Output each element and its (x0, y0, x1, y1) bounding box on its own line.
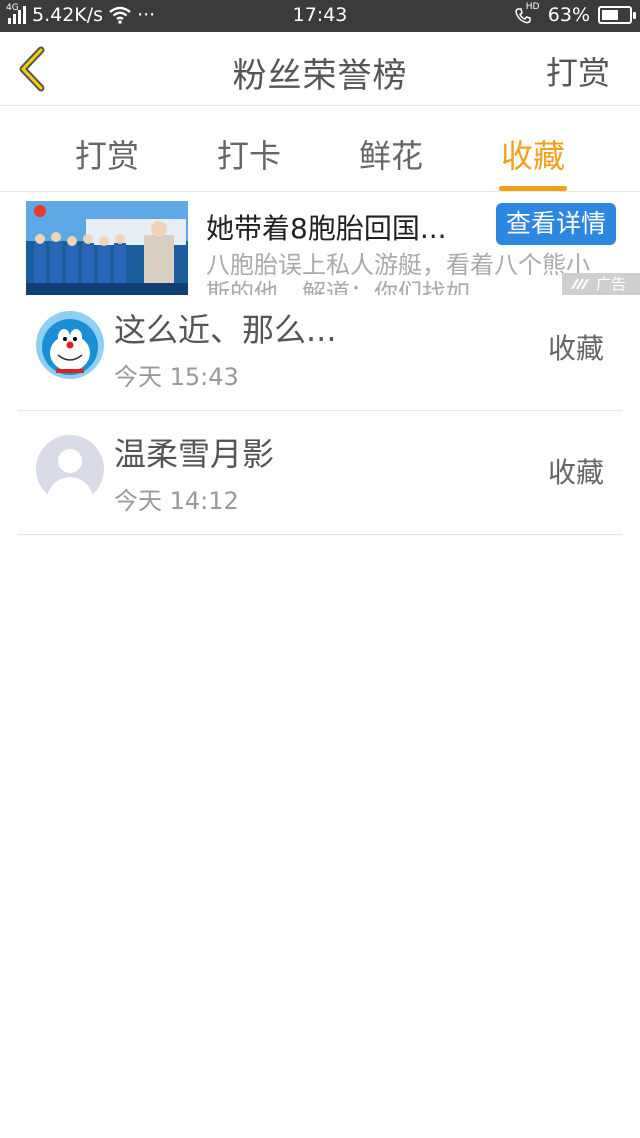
avatar[interactable] (36, 435, 104, 503)
hd-call-icon: HD (514, 2, 540, 25)
tab-reward[interactable]: 打赏 (52, 131, 162, 177)
tab-favorites[interactable]: 收藏 (478, 131, 588, 191)
tab-label: 鲜花 (358, 137, 423, 175)
view-details-button[interactable]: 查看详情 (496, 203, 616, 245)
cartoon-cat-avatar-icon (36, 311, 104, 379)
list-item[interactable]: 这么近、那么... 今天 15:43 收藏 (18, 287, 622, 411)
page-title: 粉丝荣誉榜 (232, 56, 408, 96)
tab-bar: 打赏 打卡 鲜花 收藏 (0, 107, 640, 192)
hd-badge: HD (525, 2, 540, 12)
avatar[interactable] (36, 311, 104, 379)
timestamp: 今天 15:43 (114, 363, 239, 391)
row-action-label: 收藏 (547, 456, 604, 489)
timestamp: 今天 14:12 (114, 487, 239, 515)
reward-button[interactable]: 打赏 (546, 48, 610, 94)
tab-label: 打卡 (216, 137, 281, 175)
status-bar: 4G 5.42K/s ··· 17:43 HD 63% (0, 0, 640, 32)
tab-flowers[interactable]: 鲜花 (336, 131, 446, 177)
tab-label: 收藏 (500, 137, 565, 175)
row-action-label: 收藏 (547, 332, 604, 365)
ad-thumbnail[interactable] (26, 201, 188, 295)
battery-fill (602, 10, 619, 20)
active-tab-indicator (499, 186, 567, 191)
user-name: 温柔雪月影 (114, 435, 275, 473)
tab-checkin[interactable]: 打卡 (194, 131, 304, 177)
ad-title[interactable]: 她带着8胞胎回国... (206, 207, 486, 247)
header: 粉丝荣誉榜 打赏 (0, 32, 640, 106)
tab-label: 打赏 (74, 137, 139, 175)
user-name: 这么近、那么... (114, 311, 337, 349)
status-right: HD 63% (514, 2, 636, 26)
battery-icon (598, 6, 636, 24)
battery-percent: 63% (547, 4, 590, 26)
list-item[interactable]: 温柔雪月影 今天 14:12 收藏 (18, 411, 622, 535)
default-user-icon (36, 435, 104, 503)
ad-banner[interactable]: 她带着8胞胎回国... 查看详情 八胞胎误上私人游艇，看着八个熊小斯的他，解道：… (0, 193, 640, 295)
